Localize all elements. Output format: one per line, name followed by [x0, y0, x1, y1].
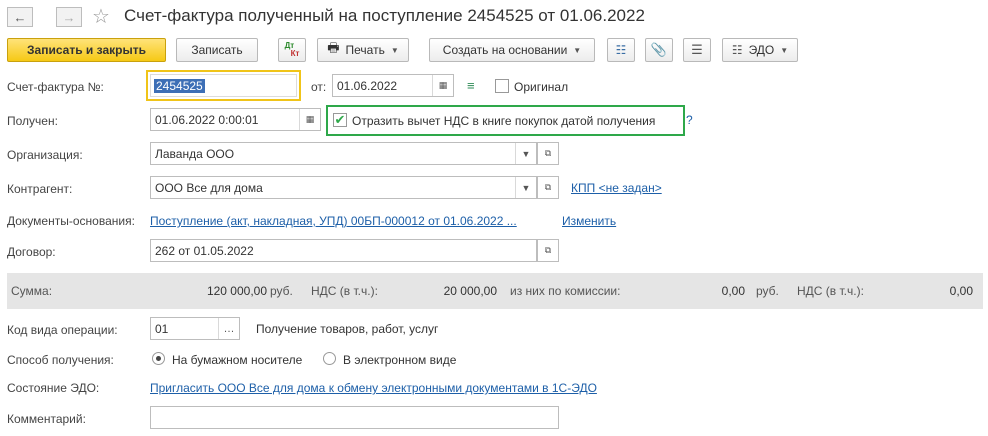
- original-checkbox[interactable]: [495, 79, 509, 93]
- edo-label: ЭДО: [748, 43, 775, 57]
- organization-value: Лаванда ООО: [155, 146, 235, 161]
- invoice-number-label: Счет-фактура №:: [7, 80, 104, 94]
- vat-label: НДС (в т.ч.):: [311, 284, 378, 298]
- ellipsis-icon[interactable]: …: [218, 318, 239, 339]
- vat-value: 20 000,00: [443, 284, 497, 298]
- method-electronic-label: В электронном виде: [343, 353, 457, 367]
- page-title: Счет-фактура полученный на поступление 2…: [124, 6, 645, 25]
- currency-label: руб.: [756, 284, 779, 298]
- attach-button[interactable]: 📎: [645, 38, 673, 62]
- open-icon: ⧉: [544, 182, 552, 192]
- operation-code-value: 01: [155, 321, 169, 336]
- contractor-label: Контрагент:: [7, 182, 73, 196]
- comment-label: Комментарий:: [7, 412, 86, 426]
- method-paper-label: На бумажном носителе: [172, 353, 303, 367]
- save-and-close-button[interactable]: Записать и закрыть: [7, 38, 166, 62]
- list-icon: ☰: [691, 42, 703, 57]
- organization-open-button[interactable]: ⧉: [537, 142, 559, 165]
- checkmark-icon: ✔: [334, 112, 346, 127]
- vat-commission-label: НДС (в т.ч.):: [797, 284, 864, 298]
- contract-value: 262 от 01.05.2022: [155, 243, 254, 258]
- chevron-down-icon[interactable]: ▼: [515, 143, 536, 164]
- original-label: Оригинал: [514, 80, 569, 94]
- edo-status-icon[interactable]: ≡: [467, 78, 475, 93]
- operation-code-input[interactable]: 01 …: [150, 317, 240, 340]
- calendar-icon[interactable]: ▦: [432, 75, 453, 96]
- printer-icon: 🖶: [327, 40, 340, 55]
- save-button[interactable]: Записать: [176, 38, 258, 62]
- print-button[interactable]: 🖶 Печать ▼: [317, 38, 409, 62]
- edo-status-label: Состояние ЭДО:: [7, 381, 100, 395]
- base-documents-label: Документы-основания:: [7, 214, 135, 228]
- sum-value: 120 000,00: [206, 284, 267, 298]
- sum-label: Сумма:: [11, 284, 53, 298]
- contractor-open-button[interactable]: ⧉: [537, 176, 559, 199]
- comment-input[interactable]: [150, 406, 559, 429]
- edo-invite-link[interactable]: Пригласить ООО Все для дома к обмену эле…: [150, 381, 597, 395]
- edo-button[interactable]: ☷ ЭДО ▼: [722, 38, 798, 62]
- method-paper-radio[interactable]: [152, 352, 165, 365]
- arrow-left-icon: ←: [13, 9, 27, 25]
- back-button[interactable]: ←: [7, 7, 33, 27]
- report-button[interactable]: ☰: [683, 38, 711, 62]
- method-electronic-radio[interactable]: [323, 352, 336, 365]
- received-label: Получен:: [7, 114, 58, 128]
- from-date-value: 01.06.2022: [337, 78, 398, 93]
- forward-button[interactable]: →: [56, 7, 82, 27]
- operation-code-label: Код вида операции:: [7, 323, 118, 337]
- vat-deduction-label: Отразить вычет НДС в книге покупок датой…: [352, 114, 656, 128]
- invoice-number-value: 2454525: [154, 78, 205, 93]
- arrow-right-icon: →: [62, 9, 76, 25]
- receipt-method-label: Способ получения:: [7, 353, 114, 367]
- open-icon: ⧉: [544, 245, 552, 255]
- dt-kt-button[interactable]: Дт Кт: [278, 38, 306, 62]
- vat-deduction-checkbox[interactable]: ✔: [333, 113, 347, 127]
- commission-value: 0,00: [721, 284, 745, 298]
- contractor-select[interactable]: ООО Все для дома ▼: [150, 176, 537, 199]
- save-and-close-label: Записать и закрыть: [27, 43, 146, 57]
- help-link[interactable]: ?: [686, 113, 693, 127]
- received-date-input[interactable]: 01.06.2022 0:00:01 ▦: [150, 108, 321, 131]
- invoice-number-input[interactable]: 2454525: [150, 74, 297, 97]
- from-label: от:: [311, 80, 327, 94]
- structure-button[interactable]: ☷: [607, 38, 635, 62]
- base-documents-link[interactable]: Поступление (акт, накладная, УПД) 00БП-0…: [150, 214, 517, 228]
- commission-label: из них по комиссии:: [510, 284, 621, 298]
- from-date-input[interactable]: 01.06.2022 ▦: [332, 74, 454, 97]
- edo-icon: ☷: [731, 43, 743, 57]
- kpp-link[interactable]: КПП <не задан>: [571, 181, 662, 195]
- chevron-down-icon: ▼: [390, 45, 399, 55]
- chevron-down-icon[interactable]: ▼: [515, 177, 536, 198]
- currency-label: руб.: [270, 284, 293, 298]
- dt-kt-icon: Дт Кт: [285, 42, 300, 58]
- change-link[interactable]: Изменить: [562, 214, 616, 228]
- paperclip-icon: 📎: [650, 42, 668, 57]
- contractor-value: ООО Все для дома: [155, 180, 263, 195]
- star-icon[interactable]: ☆: [92, 4, 110, 29]
- save-label: Записать: [191, 43, 243, 57]
- open-icon: ⧉: [544, 148, 552, 158]
- contract-input[interactable]: 262 от 01.05.2022: [150, 239, 537, 262]
- contract-label: Договор:: [7, 245, 56, 259]
- create-based-button[interactable]: Создать на основании ▼: [429, 38, 595, 62]
- contract-open-button[interactable]: ⧉: [537, 239, 559, 262]
- chevron-down-icon: ▼: [573, 45, 582, 55]
- vat-commission-value: 0,00: [949, 284, 973, 298]
- create-based-label: Создать на основании: [442, 43, 568, 57]
- hierarchy-icon: ☷: [615, 43, 627, 57]
- organization-label: Организация:: [7, 148, 83, 162]
- print-label: Печать: [345, 43, 385, 57]
- calendar-icon[interactable]: ▦: [299, 109, 320, 130]
- kt-label: Кт: [290, 49, 300, 58]
- operation-code-description: Получение товаров, работ, услуг: [256, 322, 439, 336]
- organization-select[interactable]: Лаванда ООО ▼: [150, 142, 537, 165]
- chevron-down-icon: ▼: [780, 45, 789, 55]
- received-date-value: 01.06.2022 0:00:01: [155, 112, 259, 127]
- totals-panel: Сумма: 120 000,00 руб. НДС (в т.ч.): 20 …: [7, 273, 983, 309]
